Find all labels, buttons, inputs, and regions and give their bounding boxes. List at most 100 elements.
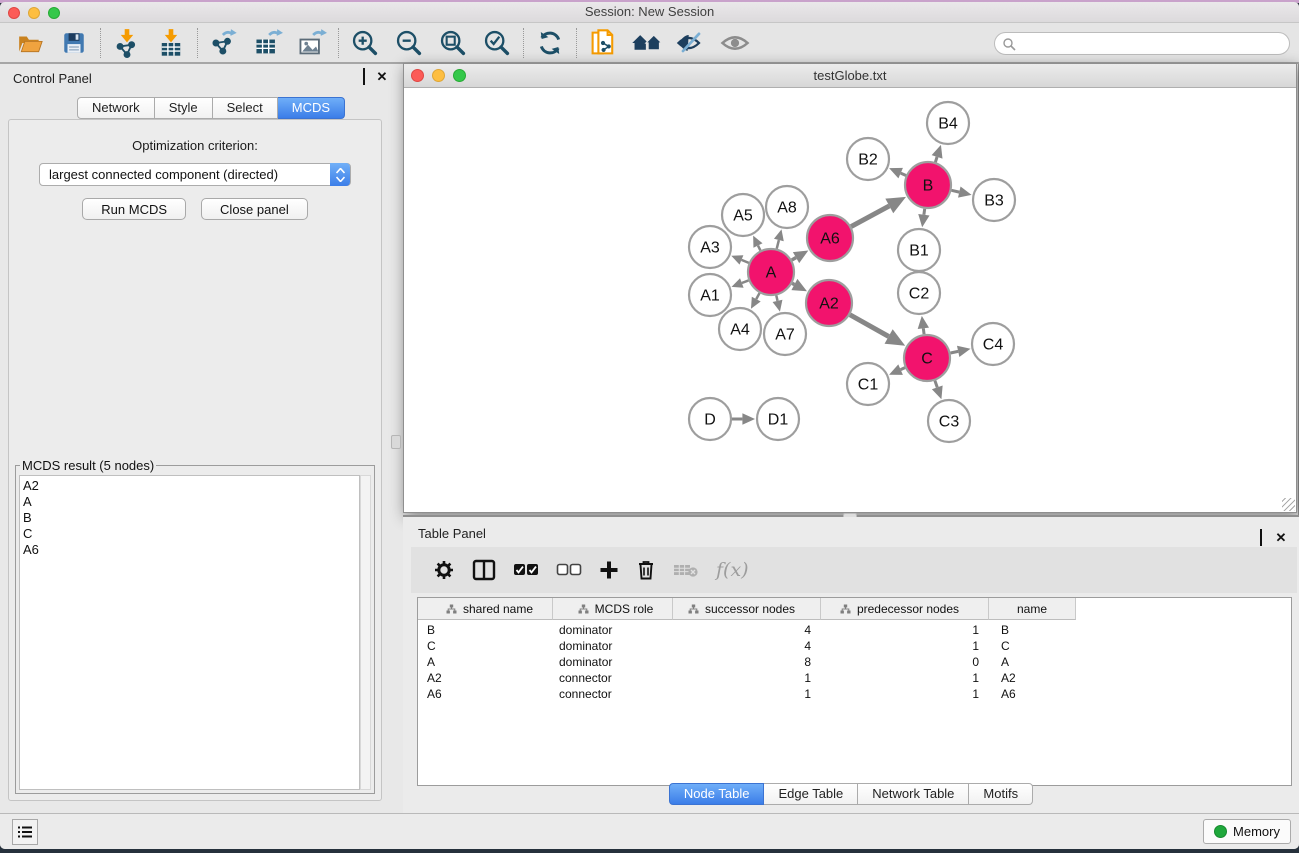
network-graph[interactable]: AA1A2A3A4A5A6A7A8BB1B2B3B4CC1C2C3C4DD1 [404,89,1296,513]
network-close-button[interactable] [411,69,424,82]
export-image-button[interactable] [294,26,330,60]
select-all-button[interactable] [513,555,539,585]
optimization-criterion-select[interactable]: largest connected component (directed) [39,163,351,186]
svg-text:A4: A4 [730,322,750,339]
zoom-window-button[interactable] [48,7,60,19]
node-table-rows: Bdominator41BCdominator41CAdominator80AA… [418,620,1291,703]
column-header-successor-nodes[interactable]: successor nodes [673,598,821,620]
svg-text:D: D [704,412,716,429]
tab-mcds[interactable]: MCDS [278,97,345,119]
window-resize-grip[interactable] [1282,498,1295,511]
clone-network-button[interactable] [585,26,621,60]
table-cell: A [418,655,553,671]
mcds-result-item[interactable]: A [23,494,359,510]
zoom-selected-button[interactable] [479,26,515,60]
svg-text:C2: C2 [909,286,930,303]
mcds-result-title: MCDS result (5 nodes) [20,458,156,473]
search-box[interactable] [994,32,1290,55]
task-history-button[interactable] [12,819,38,845]
close-window-button[interactable] [8,7,20,19]
delete-column-button[interactable] [636,555,656,585]
table-row[interactable]: A2connector11A2 [418,671,1291,687]
open-file-button[interactable] [12,26,48,60]
tab-network-table[interactable]: Network Table [858,783,969,805]
tree-icon [840,604,851,614]
result-scrollbar[interactable] [360,475,371,790]
node-table: shared name MCDS role successor nodes pr… [417,597,1292,786]
node-table-header: shared name MCDS role successor nodes pr… [418,598,1291,620]
table-cell: 8 [673,655,821,671]
columns-icon [472,559,496,581]
svg-text:A7: A7 [775,327,795,344]
import-network-icon [112,28,142,58]
tab-node-table[interactable]: Node Table [669,783,765,805]
zoom-out-icon [394,28,424,58]
panel-splitter-handle[interactable] [391,435,401,449]
table-cell: dominator [553,639,673,655]
table-cell: A2 [989,671,1076,687]
hide-selected-button[interactable] [673,26,709,60]
close-panel-button[interactable]: Close panel [201,198,308,220]
mcds-result-item[interactable]: A2 [23,478,359,494]
run-mcds-button[interactable]: Run MCDS [82,198,186,220]
function-builder-button-disabled: f(x) [716,555,749,585]
close-table-panel-icon[interactable]: ✕ [1275,532,1287,544]
network-canvas[interactable]: AA1A2A3A4A5A6A7A8BB1B2B3B4CC1C2C3C4DD1 [404,89,1296,512]
network-minimize-button[interactable] [432,69,445,82]
float-table-panel-icon[interactable] [1255,532,1267,544]
float-panel-icon[interactable] [358,71,370,83]
add-column-button[interactable] [599,555,619,585]
import-network-button[interactable] [109,26,145,60]
checked-boxes-icon [513,563,539,577]
zoom-fit-icon [438,28,468,58]
svg-text:A3: A3 [700,240,720,257]
tab-network[interactable]: Network [77,97,155,119]
mcds-result-list[interactable]: A2ABCA6 [19,475,360,790]
tab-style[interactable]: Style [155,97,213,119]
column-header-name[interactable]: name [989,598,1076,620]
close-panel-icon[interactable]: ✕ [376,71,388,83]
export-table-button[interactable] [250,26,286,60]
search-icon [1002,37,1016,51]
task-list-icon [17,825,33,839]
mcds-result-item[interactable]: B [23,510,359,526]
table-cell: 1 [821,623,989,639]
tab-edge-table[interactable]: Edge Table [764,783,858,805]
zoom-out-button[interactable] [391,26,427,60]
minimize-window-button[interactable] [28,7,40,19]
export-table-icon [253,28,283,58]
tab-motifs[interactable]: Motifs [969,783,1033,805]
show-all-button[interactable] [717,26,753,60]
mcds-result-item[interactable]: C [23,526,359,542]
network-zoom-button[interactable] [453,69,466,82]
import-table-button[interactable] [153,26,189,60]
svg-text:A2: A2 [819,296,839,313]
svg-text:B2: B2 [858,152,878,169]
tab-select[interactable]: Select [213,97,278,119]
table-row[interactable]: Adominator80A [418,655,1291,671]
zoom-in-button[interactable] [347,26,383,60]
svg-text:A1: A1 [700,288,720,305]
refresh-button[interactable] [532,26,568,60]
gear-icon [433,559,455,581]
control-panel-title: Control Panel [13,71,92,86]
mcds-result-item[interactable]: A6 [23,542,359,558]
table-row[interactable]: Bdominator41B [418,623,1291,639]
column-header-shared-name[interactable]: shared name [418,598,553,620]
save-session-button[interactable] [56,26,92,60]
search-input[interactable] [1016,37,1266,51]
show-columns-button[interactable] [472,555,496,585]
export-network-button[interactable] [206,26,242,60]
home-button[interactable] [629,26,665,60]
table-cell: connector [553,671,673,687]
column-header-predecessor-nodes[interactable]: predecessor nodes [821,598,989,620]
table-row[interactable]: Cdominator41C [418,639,1291,655]
table-cell: B [418,623,553,639]
column-header-mcds-role[interactable]: MCDS role [553,598,673,620]
deselect-all-button[interactable] [556,555,582,585]
memory-button[interactable]: Memory [1203,819,1291,844]
zoom-fit-button[interactable] [435,26,471,60]
table-settings-button[interactable] [433,555,455,585]
svg-text:A5: A5 [733,208,753,225]
table-row[interactable]: A6connector11A6 [418,687,1291,703]
